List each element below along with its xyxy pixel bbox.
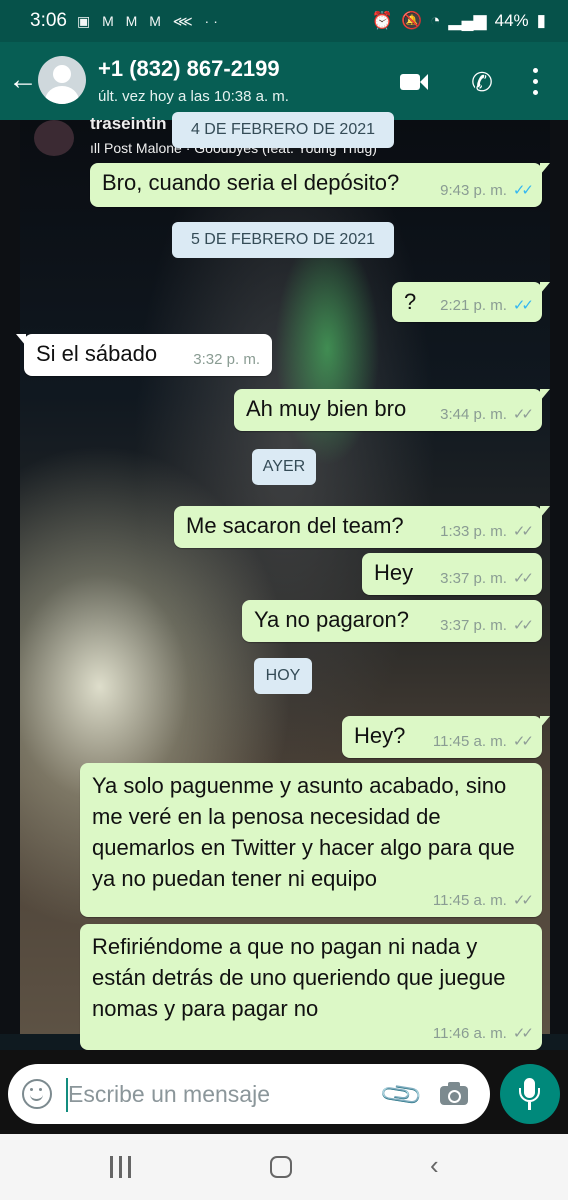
message-time: 3:37 p. m. (440, 570, 507, 587)
message-text: Bro, cuando seria el depósito? (102, 170, 400, 195)
message-outgoing[interactable]: Bro, cuando seria el depósito? 9:43 p. m… (90, 163, 550, 207)
message-input[interactable] (68, 1064, 368, 1124)
message-text: Ya no pagaron? (254, 607, 409, 632)
video-call-icon[interactable] (396, 62, 436, 102)
message-incoming[interactable]: Si el sábado 3:32 p. m. (16, 334, 272, 376)
system-nav-bar: ‹ (0, 1134, 568, 1200)
message-meta: 9:43 p. m. ✓✓ (440, 181, 534, 199)
delivered-ticks-icon: ✓✓ (512, 523, 534, 540)
contact-avatar[interactable] (38, 56, 86, 104)
nav-back-icon[interactable]: ‹ (430, 1150, 439, 1181)
microphone-icon (500, 1064, 560, 1124)
contact-name[interactable]: +1 (832) 867-2199 (98, 56, 280, 82)
message-time: 3:37 p. m. (440, 617, 507, 634)
message-outgoing[interactable]: Refiriéndome a que no pagan ni nada y es… (80, 924, 542, 1050)
delivered-ticks-icon: ✓✓ (512, 570, 534, 587)
message-outgoing[interactable]: Ah muy bien bro 3:44 p. m. ✓✓ (234, 389, 550, 431)
message-time: 11:45 a. m. (432, 892, 507, 909)
chat-header: ← +1 (832) 867-2199 últ. vez hoy a las 1… (0, 42, 568, 120)
read-ticks-icon: ✓✓ (512, 297, 534, 314)
message-meta: 3:44 p. m. ✓✓ (440, 405, 534, 423)
message-meta: 1:33 p. m. ✓✓ (440, 522, 534, 540)
message-text: Ya solo paguenme y asunto acabado, sino … (92, 773, 515, 891)
message-meta: 3:37 p. m. ✓✓ (440, 616, 534, 634)
message-time: 3:44 p. m. (440, 406, 507, 423)
mute-icon: 🔕 (400, 11, 423, 30)
message-outgoing[interactable]: Me sacaron del team? 1:33 p. m. ✓✓ (174, 506, 550, 548)
message-time: 3:32 p. m. (193, 351, 260, 368)
signal-icon: ▂▄▆ (448, 11, 487, 30)
date-chip: AYER (252, 449, 316, 485)
phone-call-icon[interactable]: ✆ (462, 62, 502, 102)
recents-icon[interactable] (110, 1156, 134, 1178)
status-right: ⏰ 🔕 ◔ ▂▄▆ 44% ▮ (372, 0, 546, 42)
message-text: Me sacaron del team? (186, 513, 404, 538)
message-text: Ah muy bien bro (246, 396, 407, 421)
message-compose-bar: 📎 (8, 1064, 490, 1124)
read-ticks-icon: ✓✓ (512, 182, 534, 199)
message-meta: 11:45 a. m. ✓✓ (432, 891, 534, 909)
emoji-icon[interactable] (22, 1079, 52, 1109)
message-outgoing[interactable]: Ya no pagaron? 3:37 p. m. ✓✓ (242, 600, 542, 642)
back-arrow-icon[interactable]: ← (8, 60, 38, 100)
message-outgoing[interactable]: Hey 3:37 p. m. ✓✓ (362, 553, 542, 595)
battery-icon: ▮ (536, 11, 546, 30)
overflow-menu-icon[interactable] (520, 62, 550, 102)
message-text: Hey? (354, 723, 406, 748)
message-text: Si el sábado (36, 341, 158, 366)
delivered-ticks-icon: ✓✓ (512, 1025, 534, 1042)
message-time: 2:21 p. m. (440, 297, 507, 314)
wifi-icon: ◔ (430, 11, 441, 30)
delivered-ticks-icon: ✓✓ (512, 406, 534, 423)
message-time: 11:45 a. m. (432, 733, 507, 750)
message-meta: 2:21 p. m. ✓✓ (440, 296, 534, 314)
status-avatar (34, 120, 74, 156)
status-bar: 3:06 ▣ M M M ⋘ ·· ⏰ 🔕 ◔ ▂▄▆ 44% ▮ (0, 0, 568, 42)
camera-icon[interactable] (440, 1082, 470, 1105)
message-outgoing[interactable]: Ya solo paguenme y asunto acabado, sino … (80, 763, 542, 917)
message-text: ? (404, 289, 417, 314)
delivered-ticks-icon: ✓✓ (512, 892, 534, 909)
delivered-ticks-icon: ✓✓ (512, 617, 534, 634)
message-time: 9:43 p. m. (440, 182, 507, 199)
message-meta: 3:37 p. m. ✓✓ (440, 569, 534, 587)
date-chip: 4 DE FEBRERO DE 2021 (172, 112, 394, 148)
message-text: Hey (374, 560, 414, 585)
delivered-ticks-icon: ✓✓ (512, 733, 534, 750)
last-seen: últ. vez hoy a las 10:38 a. m. (98, 88, 289, 105)
date-chip: 5 DE FEBRERO DE 2021 (172, 222, 394, 258)
date-chip: HOY (254, 658, 312, 694)
battery-level: 44% (494, 11, 529, 30)
alarm-icon: ⏰ (371, 11, 393, 30)
voice-message-button[interactable] (500, 1064, 560, 1124)
message-outgoing[interactable]: ? 2:21 p. m. ✓✓ (392, 282, 550, 322)
notification-icons: ▣ M M M ⋘ ·· (76, 12, 222, 29)
message-time: 11:46 a. m. (432, 1025, 507, 1042)
message-meta: 11:46 a. m. ✓✓ (432, 1024, 534, 1042)
message-meta: 11:45 a. m. ✓✓ (432, 732, 534, 750)
message-text: Refiriéndome a que no pagan ni nada y es… (92, 934, 506, 1021)
status-name: traseintin (90, 114, 167, 133)
status-time: 3:06 (30, 10, 67, 31)
attach-icon[interactable]: 📎 (377, 1071, 425, 1119)
message-time: 1:33 p. m. (440, 523, 507, 540)
message-outgoing[interactable]: Hey? 11:45 a. m. ✓✓ (342, 716, 550, 758)
home-icon[interactable] (270, 1156, 292, 1178)
